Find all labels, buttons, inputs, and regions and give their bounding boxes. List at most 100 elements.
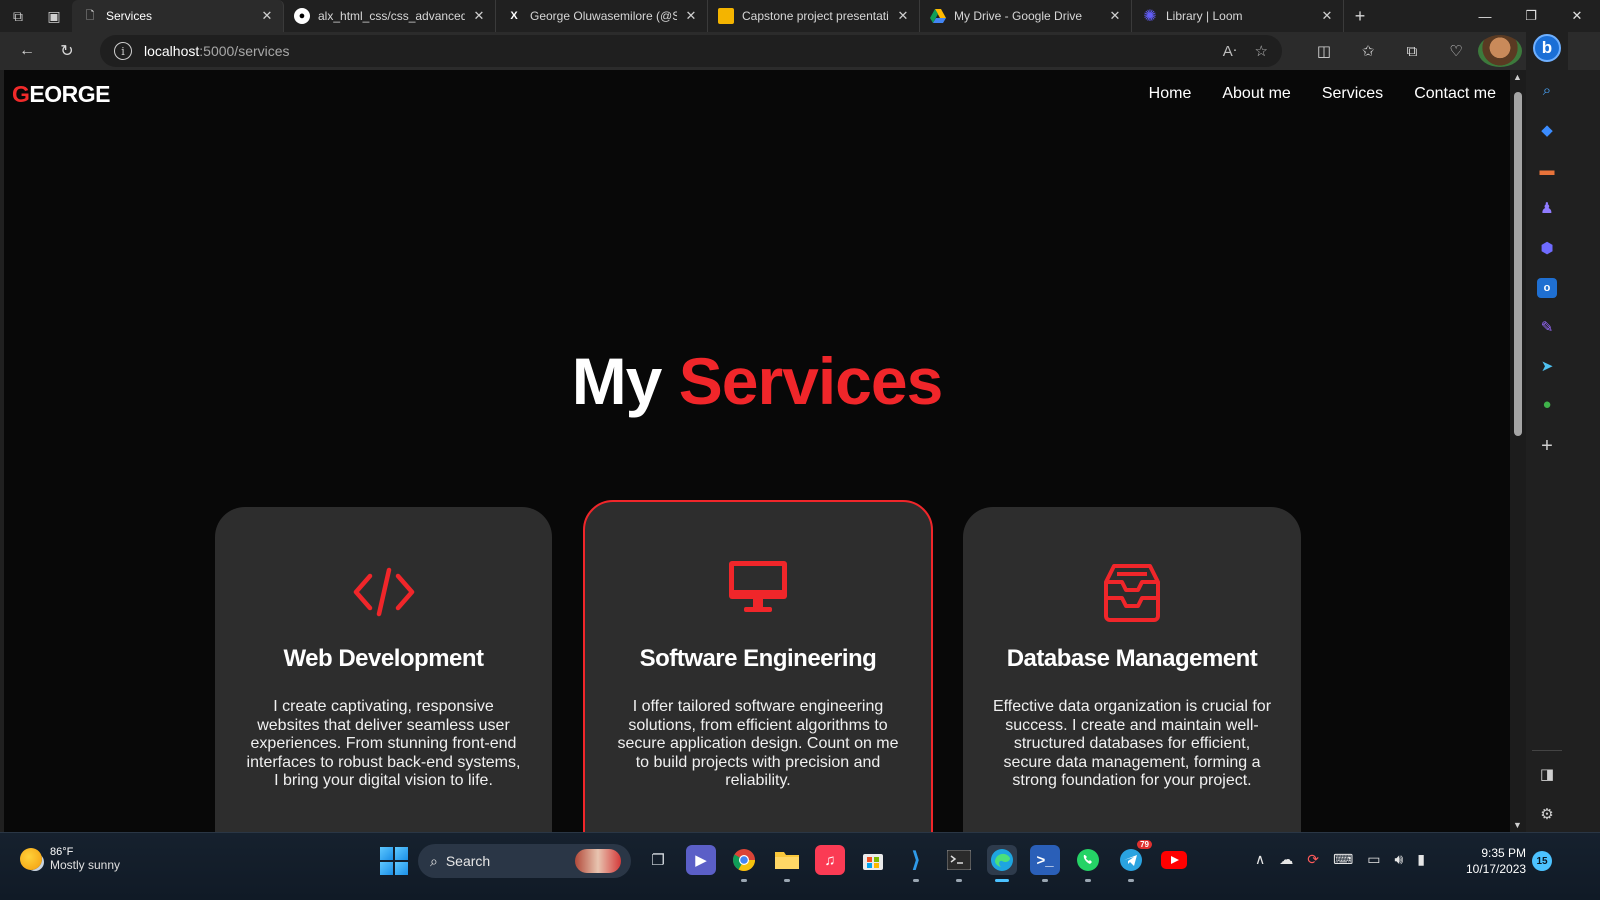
workspaces-icon[interactable]: ⧉ [0,0,36,32]
tab-title: Capstone project presentatic [742,9,889,23]
telegram-unread-badge: 79 [1137,840,1152,849]
tree-icon[interactable]: ● [1537,394,1557,414]
powershell-icon[interactable]: >_ [1030,845,1060,882]
search-icon[interactable]: ⌕ [1537,80,1557,100]
add-sidebar-app-icon[interactable]: + [1537,435,1557,457]
logo-initial: G [12,80,30,107]
nav-about-me[interactable]: About me [1222,85,1290,103]
service-card-database-management[interactable]: Database Management Effective data organ… [963,507,1301,832]
site-logo[interactable]: GEORGE [12,81,110,108]
microsoft-store-icon[interactable] [858,845,888,875]
tab-title: Services [106,9,153,23]
tab-services[interactable]: 🗋 Services ✕ [72,0,284,32]
card-title: Web Development [283,645,484,672]
sync-icon[interactable]: ⟳ [1307,851,1319,868]
system-tray: ∧ ☁ ⟳ ⌨ ▭ 🔊︎ ▮ [1255,851,1425,868]
show-hidden-icons-icon[interactable]: ∧ [1255,851,1265,868]
outlook-icon[interactable]: o [1537,278,1557,298]
service-card-web-development[interactable]: Web Development I create captivating, re… [215,507,552,832]
x-icon: X [510,10,518,22]
keyboard-icon[interactable]: ⌨ [1333,851,1353,868]
tab-title: Library | Loom [1166,9,1243,23]
onedrive-icon[interactable]: ☁ [1279,851,1293,868]
hide-sidebar-icon[interactable]: ◨ [1537,764,1557,784]
clock[interactable]: 9:35 PM 10/17/2023 [1466,845,1526,877]
collections-icon[interactable]: ⧉ [1390,35,1434,67]
copilot-icon[interactable]: b [1533,34,1561,62]
battery-icon[interactable]: ▮ [1417,851,1425,868]
tab-actions-icon[interactable]: ▣ [36,0,72,32]
restore-icon[interactable]: ❐ [1508,0,1554,32]
refresh-icon[interactable]: ↻ [47,35,87,67]
telegram-sidebar-icon[interactable]: ➤ [1537,356,1557,376]
task-view-icon[interactable]: ❐ [643,845,673,875]
tab-title: George Oluwasemilore (@Se [530,9,677,23]
start-button[interactable] [380,847,408,875]
profile-avatar[interactable] [1478,35,1522,67]
tools-icon[interactable]: ▬ [1537,160,1557,180]
address-bar[interactable]: i localhost:5000/services Aᐧ ☆ [100,35,1282,67]
site-info-icon[interactable]: i [114,42,132,60]
whatsapp-icon[interactable] [1073,845,1103,882]
vscode-icon[interactable]: ⟩ [901,845,931,882]
service-card-software-engineering[interactable]: Software Engineering I offer tailored so… [583,500,933,832]
tab-slides[interactable]: Capstone project presentatic ✕ [708,0,920,32]
browser-essentials-icon[interactable]: ♡ [1434,35,1478,67]
scrollbar-thumb[interactable] [1514,92,1522,436]
nav-contact-me[interactable]: Contact me [1414,85,1496,103]
tab-title: alx_html_css/css_advanced a [318,9,465,23]
split-screen-icon[interactable]: ◫ [1302,35,1346,67]
edge-icon[interactable] [987,845,1017,882]
volume-icon[interactable]: 🔊︎ [1394,851,1403,868]
minimize-icon[interactable]: — [1462,0,1508,32]
chrome-icon[interactable] [729,845,759,882]
slides-icon [718,8,734,24]
close-tab-icon[interactable]: ✕ [895,8,911,24]
card-text: I create captivating, responsive website… [246,698,521,790]
close-tab-icon[interactable]: ✕ [1107,8,1123,24]
taskbar-search[interactable]: ⌕ Search [418,844,631,878]
close-tab-icon[interactable]: ✕ [259,8,275,24]
terminal-icon[interactable] [944,845,974,882]
favorite-star-icon[interactable]: ☆ [1255,42,1268,60]
windows-taskbar: 86°F Mostly sunny ⌕ Search ❐ ▶ ♫ ⟩ >_ 79… [0,832,1600,900]
close-tab-icon[interactable]: ✕ [1319,8,1335,24]
nav-services[interactable]: Services [1322,85,1383,103]
tab-x[interactable]: X George Oluwasemilore (@Se ✕ [496,0,708,32]
back-icon[interactable]: ← [7,35,47,67]
weather-widget[interactable]: 86°F Mostly sunny [20,846,120,872]
teams-icon[interactable]: ▶ [686,845,716,875]
weather-sun-icon [20,848,42,870]
telegram-icon[interactable]: 79 [1116,840,1152,882]
close-window-icon[interactable]: ✕ [1554,0,1600,32]
designer-icon[interactable]: ✎ [1537,317,1557,337]
search-highlight-image [575,849,621,873]
nav-home[interactable]: Home [1149,85,1192,103]
close-tab-icon[interactable]: ✕ [471,8,487,24]
games-icon[interactable]: ♟ [1537,198,1557,218]
tab-loom[interactable]: ✺ Library | Loom ✕ [1132,0,1344,32]
office-icon[interactable]: ⬢ [1537,238,1557,258]
window-controls: — ❐ ✕ [1462,0,1600,32]
network-icon[interactable]: ▭ [1367,851,1380,868]
page-viewport: GEORGE Home About me Services Contact me… [4,70,1510,832]
scroll-up-icon[interactable]: ▲ [1513,72,1522,82]
new-tab-button[interactable]: + [1344,0,1376,32]
scroll-down-icon[interactable]: ▼ [1513,820,1522,830]
close-tab-icon[interactable]: ✕ [683,8,699,24]
read-aloud-icon[interactable]: Aᐧ [1223,42,1237,60]
tab-github[interactable]: ● alx_html_css/css_advanced a ✕ [284,0,496,32]
shopping-icon[interactable]: ◆ [1537,120,1557,140]
github-icon: ● [294,8,310,24]
card-title: Database Management [1006,645,1258,672]
page-icon: 🗋 [85,9,95,22]
notification-badge[interactable]: 15 [1532,851,1552,871]
page-scrollbar[interactable]: ▲ ▼ [1510,70,1526,832]
apple-music-icon[interactable]: ♫ [815,845,845,875]
youtube-icon[interactable] [1159,845,1189,875]
tab-drive[interactable]: My Drive - Google Drive ✕ [920,0,1132,32]
edge-sidebar: b ⌕ ◆ ▬ ♟ ⬢ o ✎ ➤ ● + ◨ ⚙ [1526,32,1568,832]
sidebar-settings-icon[interactable]: ⚙ [1537,804,1557,824]
favorites-icon[interactable]: ✩ [1346,35,1390,67]
file-explorer-icon[interactable] [772,845,802,882]
